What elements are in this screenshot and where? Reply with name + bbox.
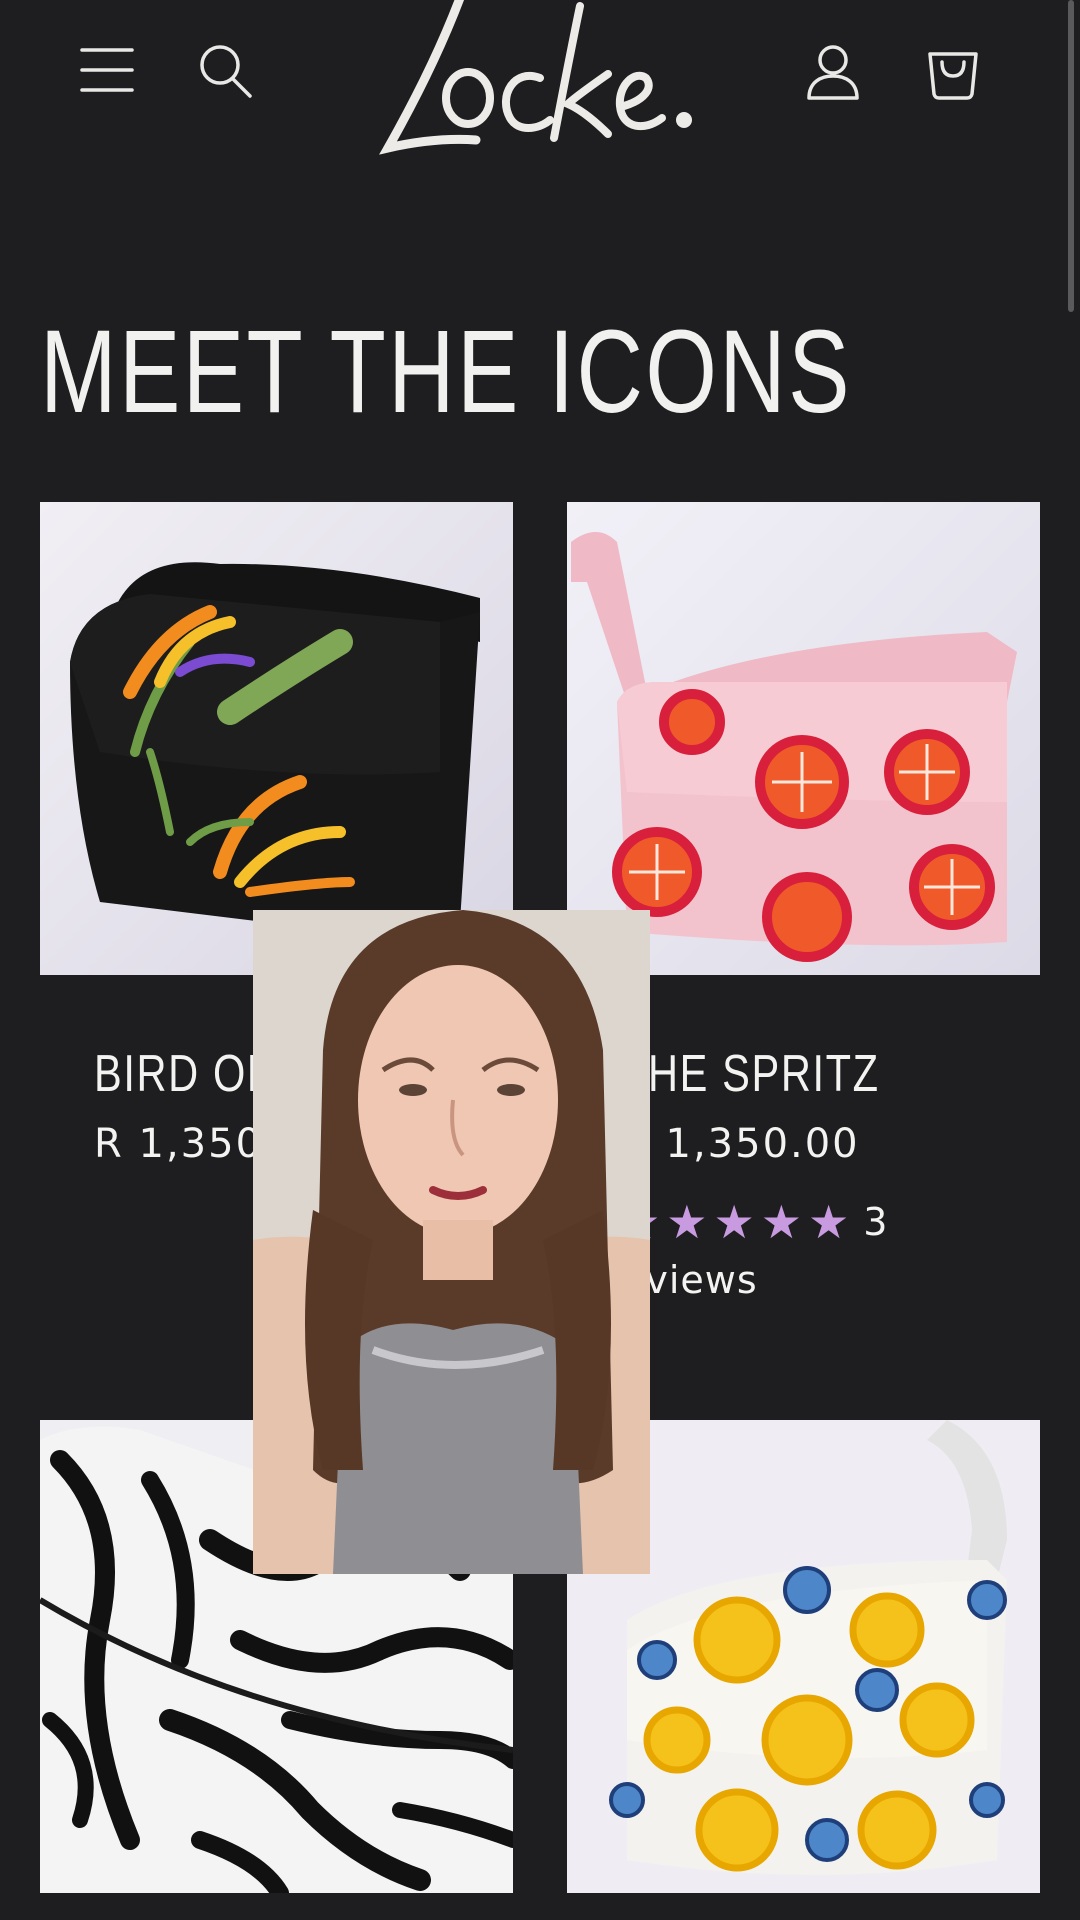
product-image[interactable]	[40, 502, 513, 975]
user-account-icon[interactable]	[803, 42, 863, 102]
scrollbar[interactable]	[1068, 0, 1074, 312]
shopping-bag-icon[interactable]	[922, 40, 984, 102]
site-header	[0, 0, 1080, 170]
section-heading: MEET THE ICONS	[40, 306, 852, 438]
star-icon: ★	[713, 1195, 755, 1249]
star-rating[interactable]: ★ ★ ★ ★ ★ 3	[619, 1196, 887, 1248]
hamburger-menu-icon[interactable]	[78, 42, 136, 98]
store-logo[interactable]	[318, 0, 718, 170]
star-icon: ★	[808, 1195, 850, 1249]
product-image[interactable]	[567, 502, 1040, 975]
product-price: R 1,350.00	[621, 1121, 860, 1167]
star-icon: ★	[666, 1195, 708, 1249]
rating-count: 3	[863, 1200, 888, 1244]
search-icon[interactable]	[196, 42, 254, 100]
star-icon: ★	[760, 1195, 802, 1249]
video-presenter-overlay	[253, 910, 650, 1574]
product-title[interactable]: THE SPRITZ	[621, 1042, 880, 1106]
